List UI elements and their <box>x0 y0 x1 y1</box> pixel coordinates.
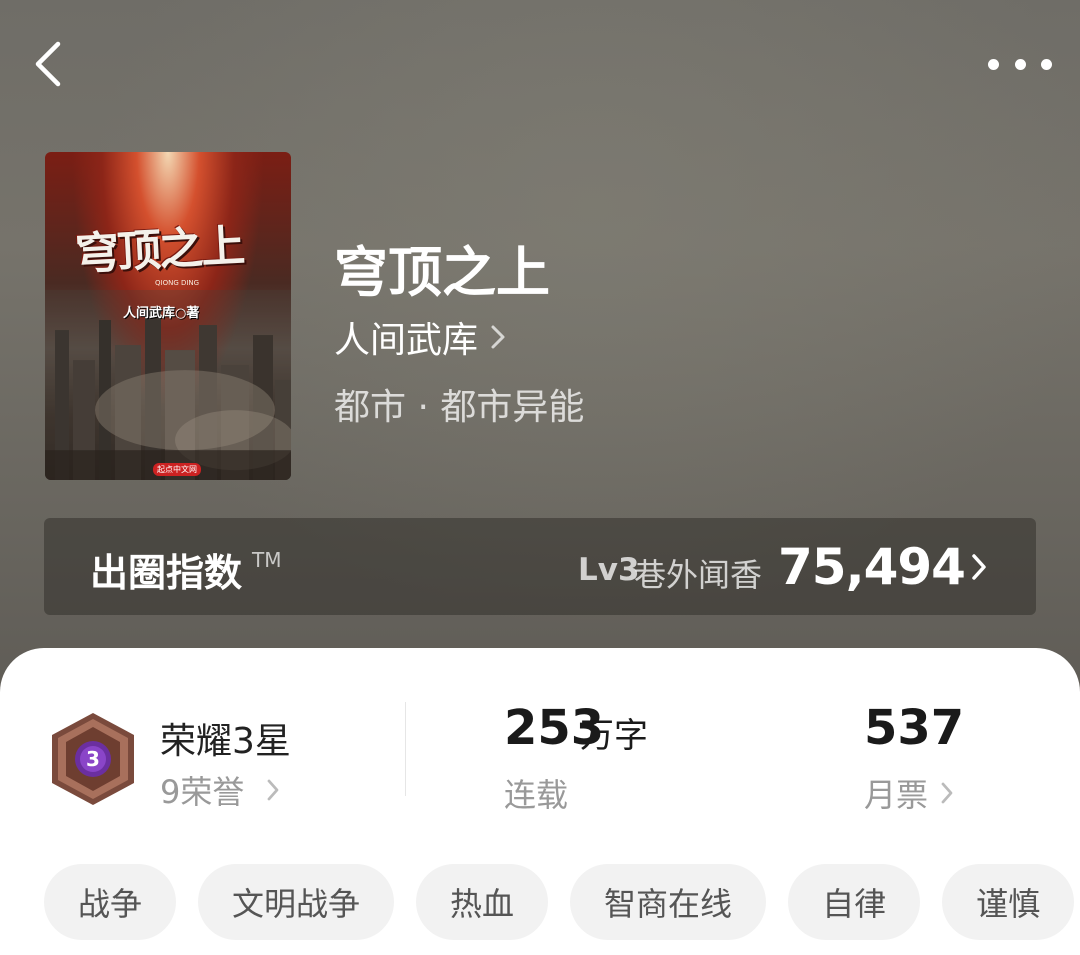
chevron-right-icon <box>972 554 986 580</box>
monthly-ticket-link[interactable]: 月票 <box>864 770 954 816</box>
book-cover[interactable]: 穹顶之上 QIONG DING 人间武库○著 起点中文网 <box>45 152 291 480</box>
chevron-right-icon <box>491 325 505 349</box>
tag-chip[interactable]: 谨慎 <box>942 864 1075 940</box>
author-link[interactable]: 人间武库 <box>334 311 506 363</box>
tag-chip[interactable]: 智商在线 <box>570 864 767 940</box>
tag-chip[interactable]: 热血 <box>416 864 549 940</box>
author-name: 人间武库 <box>334 320 479 361</box>
back-button[interactable] <box>28 38 68 90</box>
cover-author-text: 人间武库○著 <box>123 306 200 321</box>
index-trademark: TM <box>252 548 282 572</box>
serial-status: 连载 <box>504 776 569 814</box>
cover-publisher-badge: 起点中文网 <box>153 463 201 476</box>
cover-subtitle-text: QIONG DING <box>155 279 200 287</box>
index-label: 出圈指数 <box>90 551 243 595</box>
chevron-right-icon <box>267 779 279 801</box>
index-value: 75,494 <box>778 538 966 596</box>
more-dots-icon <box>988 58 999 70</box>
honor-link[interactable]: 9荣誉 <box>160 767 280 813</box>
tag-chip[interactable]: 战争 <box>44 864 177 940</box>
monthly-ticket-label: 月票 <box>864 776 929 814</box>
popularity-index-bar[interactable]: 出圈指数 TM Lv3 巷外闻香 75,494 <box>44 518 1036 615</box>
more-button[interactable] <box>988 46 1052 82</box>
cover-title-text: 穹顶之上 <box>74 220 245 281</box>
book-title: 穹顶之上 <box>334 240 550 304</box>
honor-badge-icon[interactable]: 3 <box>48 711 138 807</box>
word-count-unit: 万字 <box>580 716 648 756</box>
index-level: Lv3 <box>578 552 640 588</box>
tag-chip[interactable]: 自律 <box>788 864 921 940</box>
tag-chip[interactable]: 文明战争 <box>198 864 395 940</box>
chevron-left-icon <box>35 41 61 87</box>
tag-list: 战争 文明战争 热血 智商在线 自律 谨慎 <box>44 864 1075 940</box>
chevron-right-icon <box>941 782 953 804</box>
honor-badge-number: 3 <box>86 747 100 771</box>
monthly-ticket-value: 537 <box>864 700 965 756</box>
honor-title: 荣耀3星 <box>160 721 291 762</box>
honor-count: 9荣誉 <box>160 773 245 811</box>
stats-divider <box>405 702 406 796</box>
book-genre: 都市 · 都市异能 <box>334 387 585 428</box>
index-level-name: 巷外闻香 <box>634 556 763 594</box>
